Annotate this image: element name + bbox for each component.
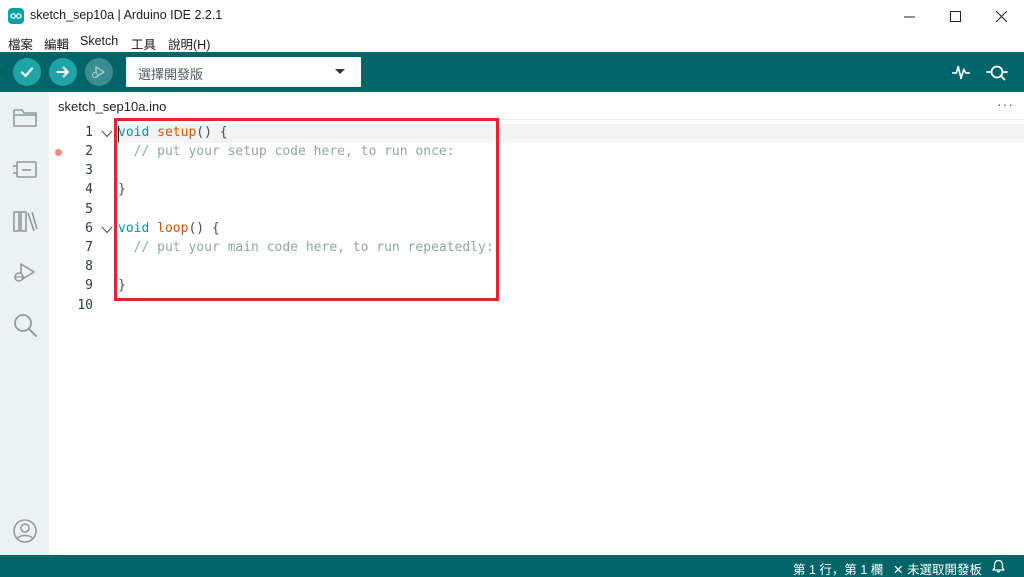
close-icon bbox=[995, 10, 1007, 22]
library-manager-icon bbox=[13, 211, 38, 232]
annotation-highlight-box bbox=[114, 118, 499, 301]
debug-button[interactable] bbox=[85, 58, 113, 86]
menu-tools[interactable]: 工具 bbox=[131, 34, 156, 53]
line-number: 2 bbox=[85, 144, 93, 159]
maximize-button[interactable] bbox=[932, 0, 978, 32]
line-number: 6 bbox=[85, 221, 93, 236]
toolbar: 選擇開發版 bbox=[0, 52, 1024, 92]
line-number: 8 bbox=[85, 259, 93, 274]
minimize-icon bbox=[903, 16, 915, 17]
code-editor[interactable]: 1 void setup() { 2 // put your setup cod… bbox=[49, 118, 1024, 555]
serial-plotter-icon bbox=[951, 65, 971, 80]
sketchbook-button[interactable] bbox=[10, 102, 40, 132]
chevron-down-icon bbox=[335, 69, 345, 74]
sketchbook-folder-icon bbox=[13, 109, 37, 127]
more-options-icon[interactable]: ··· bbox=[997, 96, 1014, 112]
window-title: sketch_sep10a | Arduino IDE 2.2.1 bbox=[30, 8, 223, 22]
debug-icon bbox=[14, 263, 35, 282]
search-icon bbox=[14, 314, 37, 337]
menu-bar: 檔案 編輯 Sketch 工具 說明(H) bbox=[0, 32, 1024, 52]
tab-label: sketch_sep10a.ino bbox=[58, 98, 167, 114]
fold-chevron-icon[interactable] bbox=[101, 224, 113, 236]
search-button[interactable] bbox=[10, 310, 40, 340]
line-number: 1 bbox=[85, 125, 93, 140]
fold-chevron-icon[interactable] bbox=[101, 128, 113, 140]
verify-icon bbox=[20, 67, 34, 78]
menu-file[interactable]: 檔案 bbox=[8, 34, 33, 53]
boards-manager-button[interactable] bbox=[10, 154, 40, 184]
line-number: 7 bbox=[85, 240, 93, 255]
menu-help[interactable]: 說明(H) bbox=[168, 34, 210, 53]
sidebar bbox=[0, 92, 49, 555]
upload-button[interactable] bbox=[49, 58, 77, 86]
serial-monitor-button[interactable] bbox=[985, 60, 1009, 84]
verify-button[interactable] bbox=[13, 58, 41, 86]
line-number: 4 bbox=[85, 182, 93, 197]
close-button[interactable] bbox=[978, 0, 1024, 32]
notification-bell-icon[interactable] bbox=[992, 559, 1005, 573]
profile-icon bbox=[13, 519, 37, 543]
debug-panel-button[interactable] bbox=[10, 258, 40, 288]
boards-manager-icon bbox=[13, 161, 37, 178]
debug-icon bbox=[91, 66, 105, 79]
board-selector[interactable]: 選擇開發版 bbox=[126, 57, 361, 87]
cursor-position[interactable]: 第 1 行，第 1 欄 bbox=[793, 559, 883, 577]
menu-sketch[interactable]: Sketch bbox=[80, 34, 118, 48]
status-bar: 第 1 行，第 1 欄 ✕ 未選取開發板 bbox=[0, 555, 1024, 577]
serial-monitor-icon bbox=[986, 65, 1008, 81]
tab-sketch-file[interactable]: sketch_sep10a.ino bbox=[49, 92, 176, 120]
upload-icon bbox=[56, 66, 69, 78]
line-number: 3 bbox=[85, 163, 93, 178]
library-manager-button[interactable] bbox=[10, 206, 40, 236]
title-bar: sketch_sep10a | Arduino IDE 2.2.1 bbox=[0, 0, 1024, 32]
profile-button[interactable] bbox=[10, 516, 40, 546]
menu-edit[interactable]: 編輯 bbox=[44, 34, 69, 53]
maximize-icon bbox=[949, 10, 961, 22]
arduino-logo-icon bbox=[8, 8, 24, 24]
line-number: 9 bbox=[85, 278, 93, 293]
serial-plotter-button[interactable] bbox=[949, 60, 973, 84]
breakpoint-dot-icon[interactable] bbox=[55, 149, 62, 156]
board-selector-label: 選擇開發版 bbox=[138, 67, 204, 82]
line-number: 5 bbox=[85, 202, 93, 217]
line-number: 10 bbox=[77, 298, 93, 313]
minimize-button[interactable] bbox=[886, 0, 932, 32]
editor-tab-bar: sketch_sep10a.ino ··· bbox=[49, 92, 1024, 120]
no-board-selected[interactable]: ✕ 未選取開發板 bbox=[893, 559, 982, 577]
